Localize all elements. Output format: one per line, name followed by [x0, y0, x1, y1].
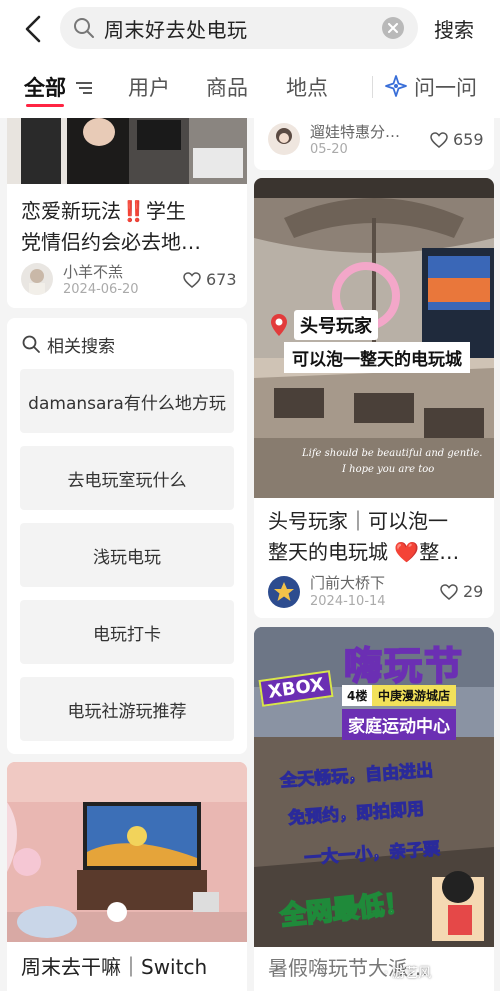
chevron-left-icon — [25, 15, 41, 43]
avatar[interactable] — [268, 576, 300, 608]
note-cover-image: 嗨玩节 XBOX 4楼 中庚漫游城店 家庭运动中心 全天畅玩，自由进出 免预约，… — [254, 627, 494, 947]
watermark: · 游艺风 — [384, 966, 432, 981]
note-title-line: 整天的电玩城 ❤️整… — [268, 540, 460, 564]
like-number: 29 — [463, 582, 484, 601]
tab-ask[interactable]: 问一问 — [414, 72, 477, 102]
related-search-item[interactable]: 去电玩室玩什么 — [20, 446, 234, 510]
author-name[interactable]: 小羊不羔 — [63, 261, 123, 282]
image-banner-text: 可以泡一整天的电玩城 — [284, 342, 470, 373]
search-icon — [74, 18, 94, 38]
note-title-line: 恋爱新玩法‼️学生 — [21, 199, 186, 223]
like-number: 673 — [206, 270, 237, 289]
back-button[interactable] — [18, 12, 48, 46]
store-label: 中庚漫游城店 — [372, 685, 457, 706]
author-name[interactable]: 门前大桥下 — [310, 572, 385, 593]
search-input[interactable]: 周末好去处电玩 — [60, 7, 418, 49]
related-searches-panel: 相关搜索 damansara有什么地方玩 去电玩室玩什么 浅玩电玩 电玩打卡 电… — [7, 318, 247, 754]
tab-places[interactable]: 地点 — [286, 72, 328, 102]
tab-users[interactable]: 用户 — [128, 72, 170, 102]
image-tag-text: 头号玩家 — [294, 310, 378, 340]
center-label: 家庭运动中心 — [342, 709, 456, 740]
note-card[interactable]: 嗨玩节 XBOX 4楼 中庚漫游城店 家庭运动中心 全天畅玩，自由进出 免预约，… — [254, 627, 494, 991]
result-tabs: 全部 用户 商品 地点 问一问 — [0, 64, 500, 108]
search-query[interactable]: 周末好去处电玩 — [104, 14, 248, 43]
related-search-item[interactable]: damansara有什么地方玩 — [20, 369, 234, 433]
post-date: 05-20 — [310, 142, 348, 157]
search-header: 周末好去处电玩 搜索 全部 用户 商品 地点 问一问 — [0, 0, 500, 118]
like-number: 659 — [453, 130, 484, 149]
heart-icon — [430, 131, 448, 148]
avatar[interactable] — [21, 263, 53, 295]
note-title-line: 周末去干嘛｜Switch — [21, 955, 208, 979]
heart-icon — [183, 271, 201, 288]
tab-products[interactable]: 商品 — [206, 72, 248, 102]
floor-label: 4楼 — [342, 685, 373, 706]
event-logo-text: 嗨玩节 — [343, 643, 465, 689]
related-searches-title: 相关搜索 — [47, 337, 115, 357]
note-title-line: … — [21, 983, 41, 991]
post-date: 2024-10-14 — [310, 594, 386, 609]
note-cover-image — [7, 762, 247, 942]
avatar[interactable] — [268, 123, 300, 155]
clear-search-button[interactable] — [382, 17, 404, 39]
note-cover-image: 头号玩家 可以泡一整天的电玩城 Life should be beautiful… — [254, 178, 494, 498]
sparkle-star-icon[interactable] — [384, 74, 408, 98]
image-caption: I hope you are too — [342, 464, 435, 475]
image-caption: Life should be beautiful and gentle. — [302, 448, 483, 459]
note-card[interactable]: 周末去干嘛｜Switch … — [7, 762, 247, 991]
related-search-item[interactable]: 电玩打卡 — [20, 600, 234, 664]
location-pin-icon — [271, 314, 287, 336]
like-count[interactable]: 673 — [183, 270, 237, 289]
like-count[interactable]: 29 — [440, 582, 483, 601]
tab-all[interactable]: 全部 — [24, 72, 66, 102]
post-date: 2024-06-20 — [63, 282, 139, 297]
related-search-item[interactable]: 浅玩电玩 — [20, 523, 234, 587]
search-icon — [22, 335, 40, 353]
note-card[interactable]: 恋爱新玩法‼️学生 党情侣约会必去地… 小羊不羔 2024-06-20 673 — [7, 108, 247, 308]
filter-icon[interactable] — [74, 80, 94, 96]
like-count[interactable]: 659 — [430, 130, 484, 149]
close-icon — [388, 23, 398, 33]
search-button[interactable]: 搜索 — [434, 14, 474, 43]
note-card[interactable]: 头号玩家 可以泡一整天的电玩城 Life should be beautiful… — [254, 178, 494, 618]
note-title-line: 党情侣约会必去地… — [21, 230, 201, 254]
note-cover-image — [7, 108, 247, 184]
heart-icon — [440, 583, 458, 600]
related-search-item[interactable]: 电玩社游玩推荐 — [20, 677, 234, 741]
note-title-line: 头号玩家｜可以泡一 — [268, 509, 448, 533]
author-name[interactable]: 遛娃特惠分… — [310, 121, 400, 142]
tab-divider — [372, 76, 373, 98]
active-tab-indicator — [26, 104, 64, 107]
